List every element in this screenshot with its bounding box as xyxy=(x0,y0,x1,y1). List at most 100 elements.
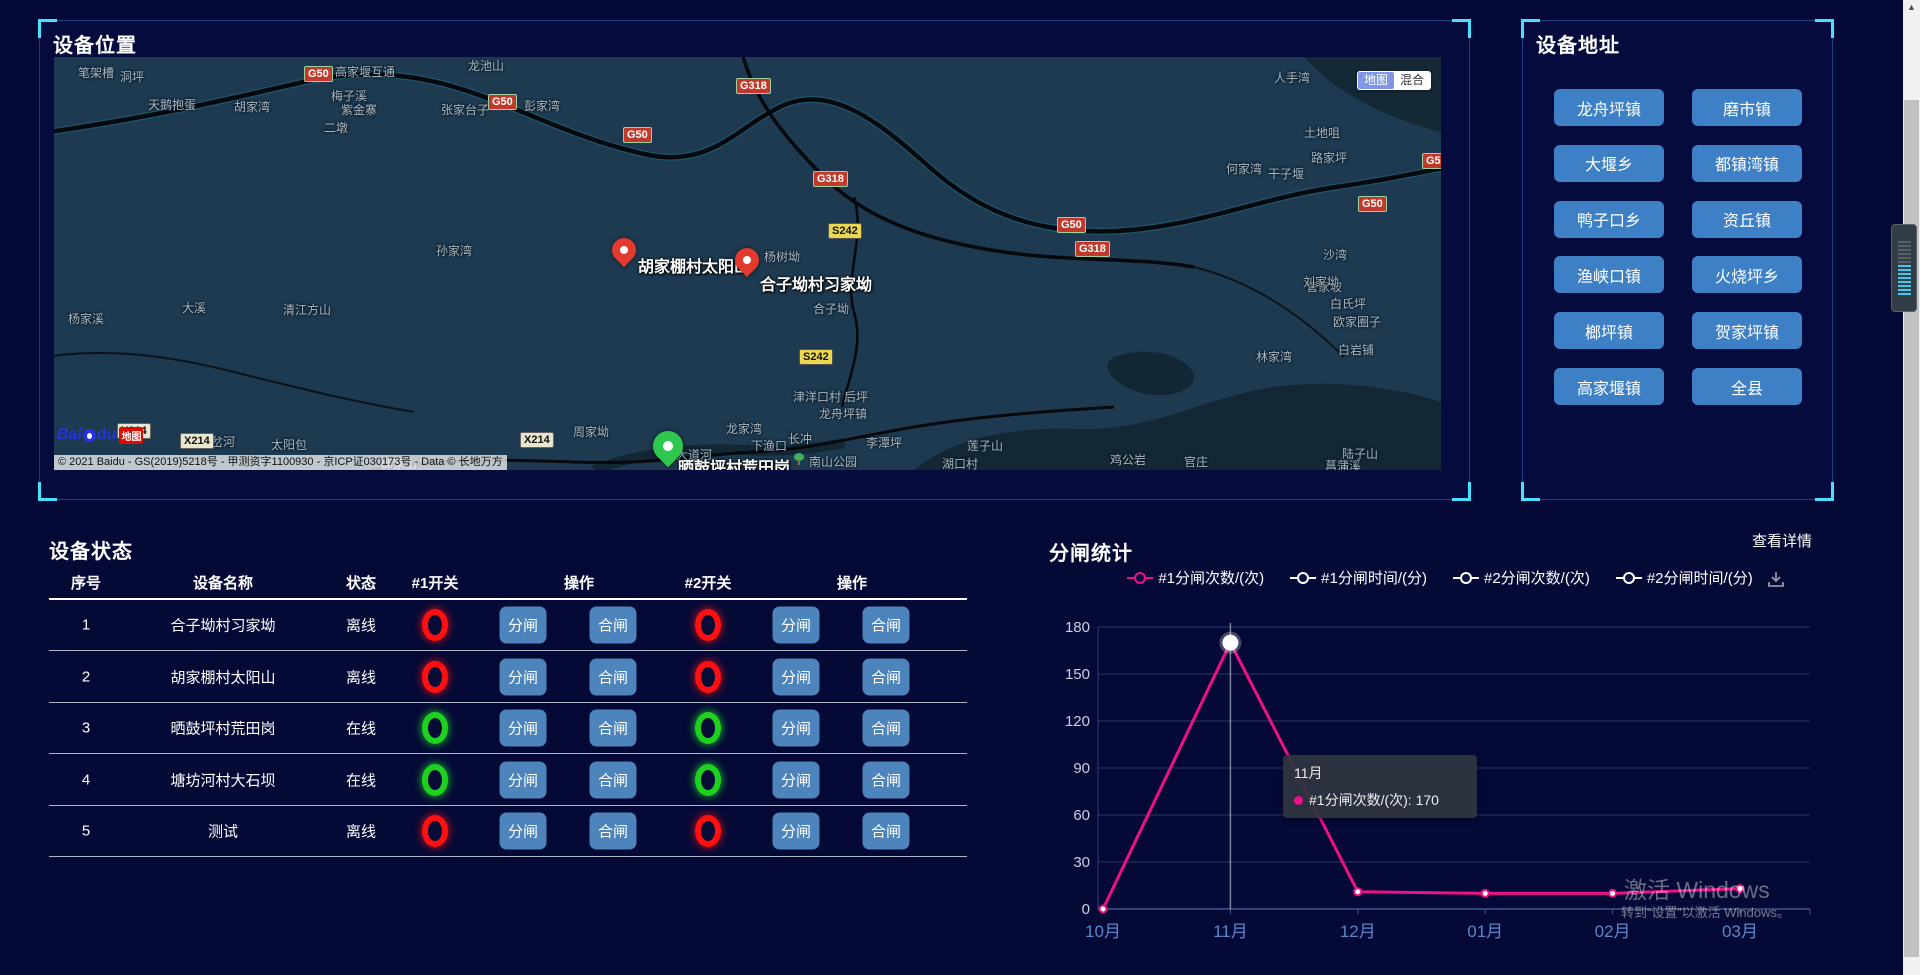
legend-line xyxy=(1127,577,1134,579)
close-switch1-button[interactable]: 合闸 xyxy=(590,710,637,747)
table-row: 3晒鼓坪村荒田岗在线分闸合闸分闸合闸 xyxy=(49,702,967,754)
row-index: 3 xyxy=(82,720,90,737)
address-button-3[interactable]: 都镇湾镇 xyxy=(1692,145,1802,182)
open-switch2-button[interactable]: 分闸 xyxy=(773,658,820,695)
close-switch2-button[interactable]: 合闸 xyxy=(863,607,910,644)
address-button-10[interactable]: 高家堰镇 xyxy=(1554,368,1664,405)
scroll-widget-stripe xyxy=(1898,245,1911,247)
address-button-6[interactable]: 渔峡口镇 xyxy=(1554,256,1664,293)
close-switch2-button[interactable]: 合闸 xyxy=(863,761,910,798)
open-switch1-button[interactable]: 分闸 xyxy=(500,658,547,695)
scroll-widget-stripe xyxy=(1898,273,1911,275)
map-place-label: 笔架槽 xyxy=(78,64,114,81)
address-button-8[interactable]: 榔坪镇 xyxy=(1554,312,1664,349)
close-switch2-button[interactable]: 合闸 xyxy=(863,813,910,850)
map-place-label: 干子堰 xyxy=(1268,165,1304,182)
close-switch1-button[interactable]: 合闸 xyxy=(590,813,637,850)
road-shield-x214: X214 xyxy=(520,432,554,448)
trip-statistics-section: 分闸统计 查看详情 #1分闸次数/(次) #1分闸时间/(分) #2分闸次数/(次)… xyxy=(1040,527,1840,975)
address-button-9[interactable]: 贺家坪镇 xyxy=(1692,312,1802,349)
data-point[interactable] xyxy=(1482,890,1489,897)
map-place-label: 湖口村 xyxy=(942,455,978,470)
scroll-widget-stripe xyxy=(1898,249,1911,251)
view-details-link[interactable]: 查看详情 xyxy=(1752,530,1812,551)
tooltip-value: #1分闸次数/(次): 170 xyxy=(1309,790,1439,810)
windows-activation-watermark: 激活 Windows xyxy=(1624,871,1770,905)
map-place-label: 龙池山 xyxy=(468,57,504,74)
address-button-2[interactable]: 大堰乡 xyxy=(1554,145,1664,182)
scrollbar-up-arrow[interactable]: ▲ xyxy=(1903,2,1920,12)
address-button-7[interactable]: 火烧坪乡 xyxy=(1692,256,1802,293)
panel-title-trip-statistics: 分闸统计 xyxy=(1049,537,1133,566)
legend-item-0[interactable]: #1分闸次数/(次) xyxy=(1127,567,1264,588)
address-button-4[interactable]: 鸭子口乡 xyxy=(1554,201,1664,238)
legend-dot xyxy=(1460,572,1472,584)
road-shield-s242: S242 xyxy=(828,223,862,239)
address-button-0[interactable]: 龙舟坪镇 xyxy=(1554,89,1664,126)
map-pin-label: 合子坳村习家坳 xyxy=(760,271,872,295)
address-button-11[interactable]: 全县 xyxy=(1692,368,1802,405)
legend-dot xyxy=(1134,572,1146,584)
device-status-section: 设备状态 序号设备名称状态#1开关操作#2开关操作 1合子坳村习家坳离线分闸合闸… xyxy=(49,527,967,927)
data-point[interactable] xyxy=(1354,888,1361,895)
open-switch2-button[interactable]: 分闸 xyxy=(773,813,820,850)
highlighted-data-point[interactable] xyxy=(1222,635,1238,651)
legend-item-2[interactable]: #2分闸次数/(次) xyxy=(1453,567,1590,588)
scroll-widget-stripe xyxy=(1898,277,1911,279)
legend-label: #2分闸次数/(次) xyxy=(1484,567,1590,588)
column-header: 序号 xyxy=(71,572,101,593)
map-place-label: 长冲 xyxy=(788,430,812,447)
switch1-indicator-green xyxy=(422,764,448,796)
close-switch1-button[interactable]: 合闸 xyxy=(590,761,637,798)
map-park-label: 南山公园 xyxy=(809,453,857,470)
open-switch1-button[interactable]: 分闸 xyxy=(500,607,547,644)
data-point[interactable] xyxy=(1609,890,1616,897)
switch1-indicator-red xyxy=(422,815,448,847)
legend-item-1[interactable]: #1分闸时间/(分) xyxy=(1290,567,1427,588)
data-point[interactable] xyxy=(1100,906,1107,913)
close-switch2-button[interactable]: 合闸 xyxy=(863,710,910,747)
map-place-label: 白氏坪 xyxy=(1330,295,1366,312)
open-switch1-button[interactable]: 分闸 xyxy=(500,710,547,747)
map-place-label: 高家堰互通 xyxy=(335,63,395,80)
open-switch2-button[interactable]: 分闸 xyxy=(773,761,820,798)
address-button-5[interactable]: 资丘镇 xyxy=(1692,201,1802,238)
address-button-1[interactable]: 磨市镇 xyxy=(1692,89,1802,126)
road-shield-g50: G50 xyxy=(488,94,517,110)
open-switch2-button[interactable]: 分闸 xyxy=(773,607,820,644)
x-axis-tick: 10月 xyxy=(1085,922,1121,941)
baidu-map[interactable]: 笔架槽洞坪天鹅抱蛋胡家湾高家堰互通梅子溪紫金寨二墩张家台子龙池山彭家湾人手湾土地… xyxy=(54,57,1441,470)
tooltip-series-dot xyxy=(1294,796,1303,805)
open-switch1-button[interactable]: 分闸 xyxy=(500,813,547,850)
scroll-widget-stripe xyxy=(1898,253,1911,255)
scroll-indicator-widget[interactable] xyxy=(1891,224,1917,312)
open-switch2-button[interactable]: 分闸 xyxy=(773,710,820,747)
device-location-panel: 设备位置 笔架槽洞坪天鹅抱蛋胡家湾高家堰互通梅子溪紫金寨二墩张家台子龙池山彭家湾… xyxy=(39,20,1470,500)
row-index: 4 xyxy=(82,771,90,788)
scroll-widget-stripe xyxy=(1898,241,1911,243)
y-axis-tick: 30 xyxy=(1073,854,1090,871)
column-header: 操作 xyxy=(564,572,594,593)
scrollbar[interactable]: ▲ xyxy=(1903,0,1920,975)
open-switch1-button[interactable]: 分闸 xyxy=(500,761,547,798)
baidu-map-badge: 地图 xyxy=(119,427,143,444)
switch2-indicator-red xyxy=(695,815,721,847)
legend-line xyxy=(1309,577,1316,579)
map-type-switcher: 地图 混合 xyxy=(1357,71,1431,90)
map-place-label: 津洋口村 xyxy=(793,388,841,405)
legend-item-3[interactable]: #2分闸时间/(分) xyxy=(1616,567,1753,588)
map-place-label: 林家湾 xyxy=(1256,348,1292,365)
map-place-label: 欧家圈子 xyxy=(1333,313,1381,330)
map-type-map-button[interactable]: 地图 xyxy=(1358,72,1394,89)
road-shield-g50: G50 xyxy=(623,127,652,143)
map-place-label: 胡家湾 xyxy=(234,98,270,115)
map-type-hybrid-button[interactable]: 混合 xyxy=(1394,72,1430,89)
legend-dot xyxy=(1623,572,1635,584)
close-switch1-button[interactable]: 合闸 xyxy=(590,607,637,644)
road-shield-g318: G318 xyxy=(736,78,771,94)
map-place-label: 官庄 xyxy=(1184,453,1208,470)
close-switch2-button[interactable]: 合闸 xyxy=(863,658,910,695)
close-switch1-button[interactable]: 合闸 xyxy=(590,658,637,695)
legend-marker xyxy=(1290,572,1316,584)
corner-decoration xyxy=(1452,19,1471,38)
